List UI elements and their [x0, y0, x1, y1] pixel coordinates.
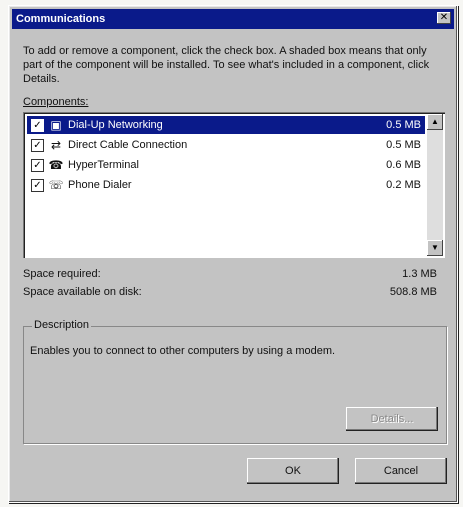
title-bar: Communications ✕ — [12, 9, 454, 29]
component-size: 0.5 MB — [386, 119, 421, 131]
component-checkbox-cable[interactable]: ✓ — [31, 138, 44, 152]
component-row-dialup[interactable]: ✓ ▣ Dial-Up Networking 0.5 MB — [27, 116, 425, 134]
scroll-down-button[interactable]: ▼ — [427, 240, 443, 256]
vertical-scrollbar[interactable]: ▲ ▼ — [427, 114, 443, 256]
close-button[interactable]: ✕ — [437, 12, 451, 24]
component-size: 0.5 MB — [386, 139, 421, 151]
description-legend: Description — [32, 319, 92, 331]
component-size: 0.2 MB — [386, 179, 421, 191]
window-title: Communications — [16, 13, 106, 25]
component-name: Phone Dialer — [68, 179, 132, 191]
space-available-label: Space available on disk: — [23, 286, 142, 298]
cable-icon: ⇄ — [50, 138, 62, 152]
phone-dialer-icon: ☏ — [48, 178, 64, 192]
space-available-value: 508.8 MB — [389, 286, 437, 298]
component-size: 0.6 MB — [386, 159, 421, 171]
component-row-hyperterminal[interactable]: ✓ ☎ HyperTerminal 0.6 MB — [27, 156, 425, 174]
space-required-label: Space required: — [23, 268, 101, 280]
component-row-cable[interactable]: ✓ ⇄ Direct Cable Connection 0.5 MB — [27, 136, 425, 154]
component-checkbox-hyperterminal[interactable]: ✓ — [31, 158, 44, 172]
details-button[interactable]: Details... — [346, 407, 438, 431]
description-text: Enables you to connect to other computer… — [30, 345, 336, 357]
description-group: Description Enables you to connect to ot… — [23, 319, 447, 444]
space-required-value: 1.3 MB — [402, 268, 437, 280]
communications-dialog: Communications ✕ To add or remove a comp… — [8, 5, 458, 503]
component-checkbox-dialup[interactable]: ✓ — [31, 118, 44, 132]
space-required-row: Space required: 1.3 MB — [23, 268, 445, 280]
intro-text: To add or remove a component, click the … — [23, 45, 430, 85]
components-label: Components: — [23, 96, 89, 108]
dialup-icon: ▣ — [50, 118, 62, 132]
scroll-up-button[interactable]: ▲ — [427, 114, 443, 130]
ok-button[interactable]: OK — [247, 458, 339, 484]
components-list[interactable]: ✓ ▣ Dial-Up Networking 0.5 MB ✓ ⇄ Direct… — [23, 112, 445, 258]
arrow-up-icon: ▲ — [431, 117, 439, 126]
close-icon: ✕ — [439, 12, 449, 23]
arrow-down-icon: ▼ — [431, 243, 439, 252]
cancel-button[interactable]: Cancel — [355, 458, 447, 484]
component-checkbox-phone-dialer[interactable]: ✓ — [31, 178, 44, 192]
component-name: Dial-Up Networking — [68, 119, 163, 131]
hyperterminal-icon: ☎ — [48, 158, 64, 172]
space-available-row: Space available on disk: 508.8 MB — [23, 286, 445, 298]
component-name: HyperTerminal — [68, 159, 139, 171]
component-name: Direct Cable Connection — [68, 139, 188, 151]
component-row-phone-dialer[interactable]: ✓ ☏ Phone Dialer 0.2 MB — [27, 176, 425, 194]
